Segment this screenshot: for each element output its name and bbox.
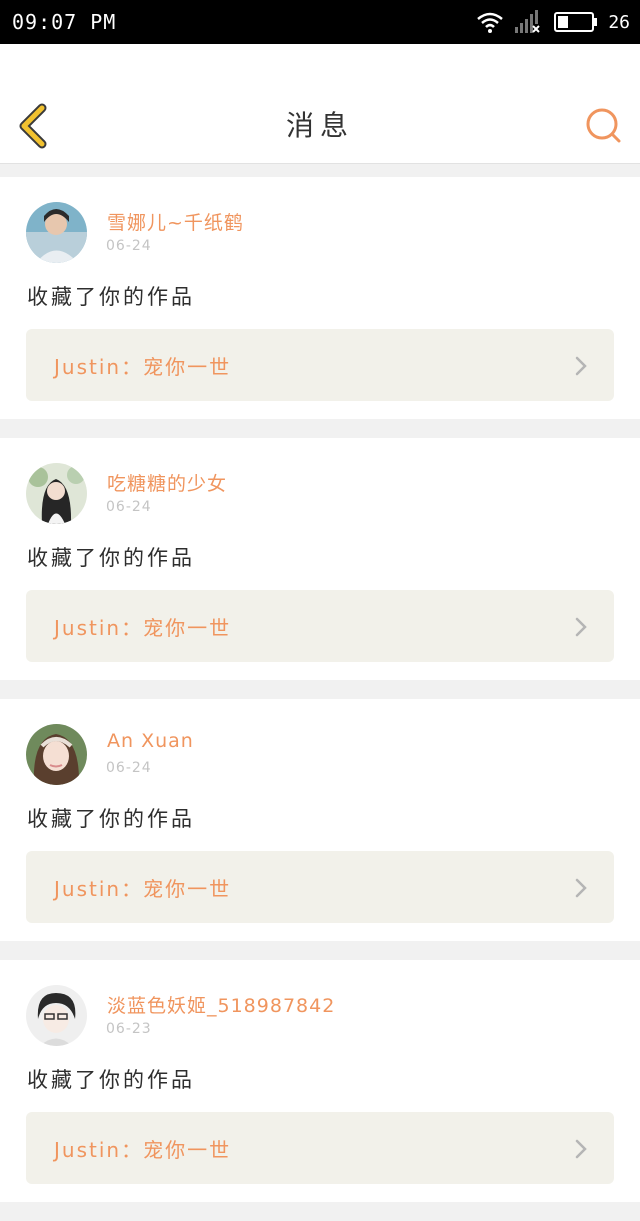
status-time: 09:07 PM [12,10,117,34]
message-card: 吃糖糖的少女 06-24 收藏了你的作品 Justin：宠你一世 [0,438,640,680]
message-card: 淡蓝色妖姬_518987842 06-23 收藏了你的作品 Justin：宠你一… [0,960,640,1202]
status-icons: 26 [476,8,630,36]
chevron-right-icon [575,617,587,637]
username[interactable]: An Xuan [107,730,194,752]
status-bar: 09:07 PM 26 [0,0,640,44]
search-button[interactable] [584,106,624,146]
avatar[interactable] [26,463,87,524]
username[interactable]: 淡蓝色妖姬_518987842 [107,991,335,1018]
work-quote-link[interactable]: Justin：宠你一世 [26,329,614,401]
message-card: 雪娜儿~千纸鹤 06-24 收藏了你的作品 Justin：宠你一世 [0,177,640,419]
battery-level: 26 [608,11,630,33]
battery-icon [554,12,598,32]
quote-text: Justin：宠你一世 [54,616,232,640]
message-list: 雪娜儿~千纸鹤 06-24 收藏了你的作品 Justin：宠你一世 吃糖糖的少女… [0,177,640,1221]
wifi-icon [477,12,504,33]
chevron-right-icon [575,878,587,898]
search-icon [586,108,621,143]
action-text: 收藏了你的作品 [27,546,195,570]
avatar[interactable] [26,724,87,785]
chevron-right-icon [575,1139,587,1159]
username[interactable]: 雪娜儿~千纸鹤 [107,208,244,235]
avatar[interactable] [26,985,87,1046]
work-quote-link[interactable]: Justin：宠你一世 [26,851,614,923]
action-text: 收藏了你的作品 [27,807,195,831]
work-quote-link[interactable]: Justin：宠你一世 [26,590,614,662]
avatar[interactable] [26,202,87,263]
message-date: 06-24 [106,760,152,776]
message-date: 06-24 [106,499,152,515]
action-text: 收藏了你的作品 [27,285,195,309]
message-date: 06-23 [106,1021,152,1037]
page-title: 消息 [285,109,354,142]
quote-text: Justin：宠你一世 [54,1138,232,1162]
chevron-right-icon [575,356,587,376]
quote-text: Justin：宠你一世 [54,355,232,379]
message-card: An Xuan 06-24 收藏了你的作品 Justin：宠你一世 [0,699,640,941]
quote-text: Justin：宠你一世 [54,877,232,901]
signal-icon [515,10,541,33]
username[interactable]: 吃糖糖的少女 [107,469,227,496]
work-quote-link[interactable]: Justin：宠你一世 [26,1112,614,1184]
message-date: 06-24 [106,238,152,254]
app-header: 消息 [0,44,640,164]
action-text: 收藏了你的作品 [27,1068,195,1092]
